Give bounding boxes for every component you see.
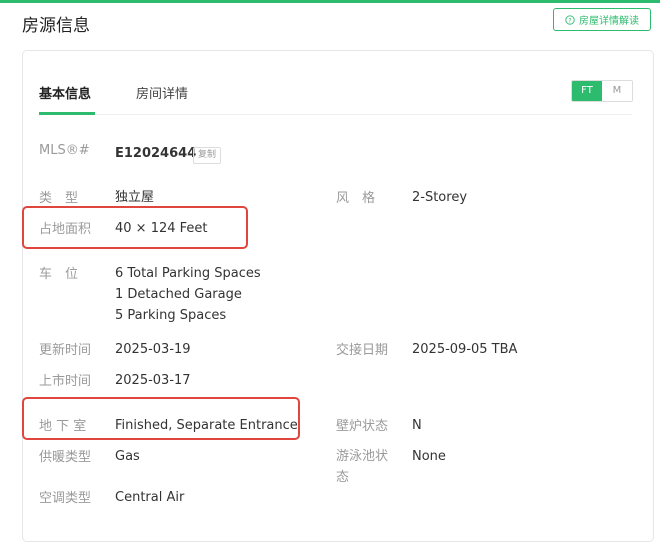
unit-toggle: FT M <box>571 80 633 102</box>
closing-label: 交接日期 <box>336 343 389 358</box>
closing-value: 2025-09-05 TBA <box>412 342 518 357</box>
parking-label: 车 位 <box>39 267 79 282</box>
type-value: 独立屋 <box>115 190 155 205</box>
basement-highlight <box>22 397 300 440</box>
mls-label: MLS®# <box>39 143 90 158</box>
heating-label: 供暖类型 <box>39 450 92 465</box>
tab-basic-info[interactable]: 基本信息 <box>39 83 91 102</box>
ac-value: Central Air <box>115 490 185 505</box>
heating-value: Gas <box>115 449 140 464</box>
fireplace-value: N <box>412 418 422 433</box>
style-label: 风 格 <box>336 191 376 206</box>
unit-m-button[interactable]: M <box>602 81 632 101</box>
parking-line: 6 Total Parking Spaces <box>115 266 261 281</box>
updated-value: 2025-03-19 <box>115 342 191 357</box>
fireplace-label: 壁炉状态 <box>336 419 389 434</box>
parking-line: 1 Detached Garage <box>115 287 242 302</box>
listed-value: 2025-03-17 <box>115 373 191 388</box>
svg-text:?: ? <box>568 16 571 24</box>
pool-label: 游泳池状态 <box>336 449 389 485</box>
page-title: 房源信息 <box>22 16 90 36</box>
unit-ft-button[interactable]: FT <box>572 81 602 101</box>
active-tab-indicator <box>39 112 95 115</box>
parking-line: 5 Parking Spaces <box>115 308 227 323</box>
pool-value: None <box>412 449 446 464</box>
tab-divider <box>39 114 632 115</box>
ac-label: 空调类型 <box>39 491 92 506</box>
top-accent-line <box>0 0 660 3</box>
lot-size-highlight <box>22 206 248 249</box>
updated-label: 更新时间 <box>39 343 92 358</box>
style-value: 2-Storey <box>412 190 468 205</box>
house-guide-button[interactable]: ? 房屋详情解读 <box>553 8 651 31</box>
mls-number: E12024644 <box>115 146 197 161</box>
type-label: 类 型 <box>39 191 79 206</box>
question-circle-icon: ? <box>565 14 575 25</box>
copy-mls-button[interactable]: 复制 <box>193 147 222 164</box>
house-guide-label: 房屋详情解读 <box>579 16 639 27</box>
listed-label: 上市时间 <box>39 374 92 389</box>
tab-room-details[interactable]: 房间详情 <box>136 83 188 102</box>
